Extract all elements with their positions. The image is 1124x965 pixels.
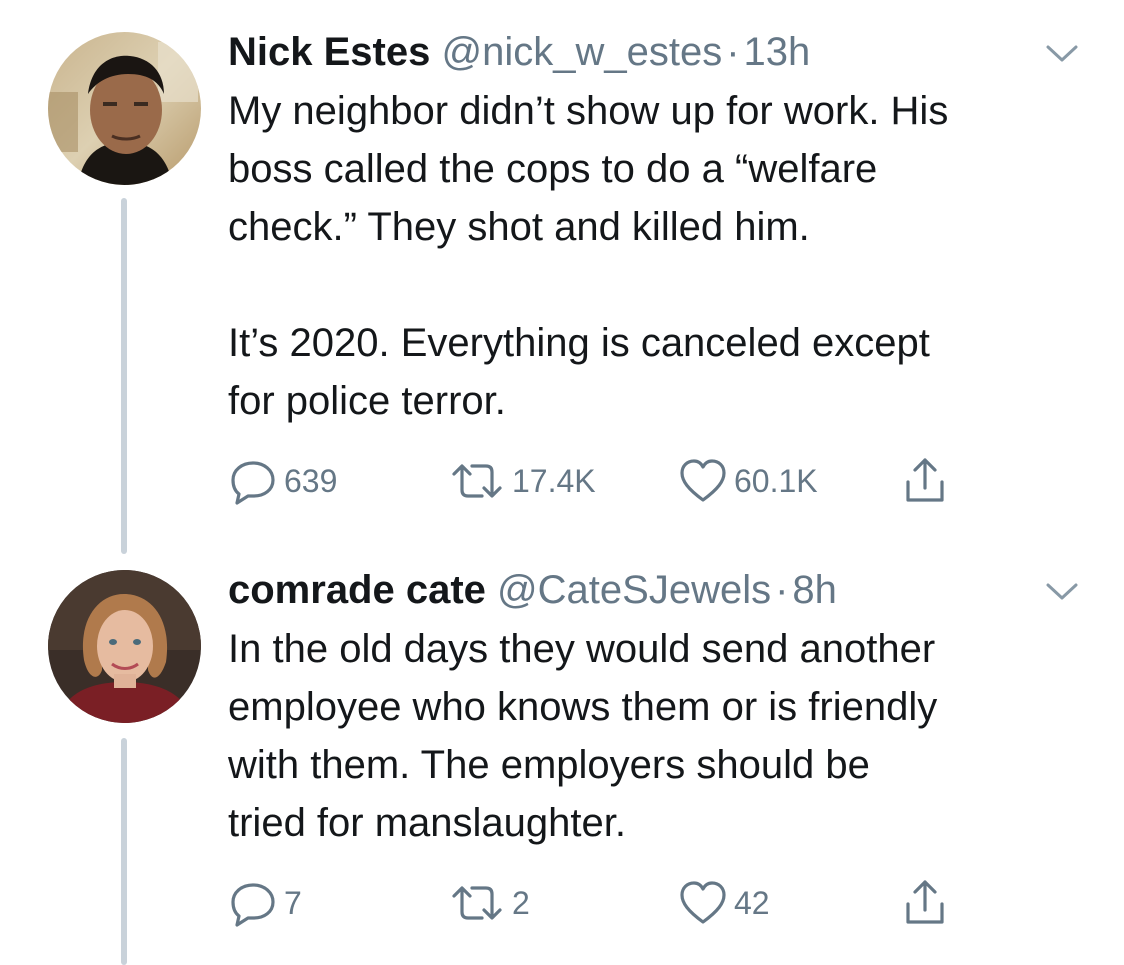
- share-button[interactable]: [900, 456, 950, 506]
- tweet-text: In the old days they would send another …: [228, 620, 1088, 852]
- reply-count: 639: [284, 462, 338, 499]
- avatar[interactable]: [48, 570, 201, 723]
- reply-icon: [231, 461, 275, 505]
- tweet-header: comrade cate @CateSJewels · 8h: [228, 566, 837, 614]
- timestamp[interactable]: 8h: [792, 568, 837, 612]
- reply-button[interactable]: 7: [228, 878, 302, 928]
- display-name[interactable]: comrade cate: [228, 568, 486, 612]
- heart-icon: [680, 881, 726, 924]
- retweet-button[interactable]: 2: [448, 878, 530, 928]
- tweet-actions: 639 17.4K 60.1K: [228, 456, 988, 506]
- tweet-text: My neighbor didn’t show up for work. His…: [228, 82, 1088, 430]
- tweet: Nick Estes @nick_w_estes · 13h My neighbor…: [0, 0, 1124, 560]
- separator-dot: ·: [726, 30, 740, 74]
- like-button[interactable]: 60.1K: [678, 456, 818, 506]
- share-icon: [906, 880, 944, 924]
- chevron-down-icon[interactable]: [1042, 42, 1082, 66]
- share-button[interactable]: [900, 878, 950, 928]
- thread-line: [121, 198, 127, 554]
- timestamp[interactable]: 13h: [744, 30, 811, 74]
- like-button[interactable]: 42: [678, 878, 770, 928]
- retweet-count: 2: [512, 884, 530, 921]
- reply-count: 7: [284, 884, 302, 921]
- avatar-photo: [48, 570, 201, 723]
- avatar-photo: [48, 32, 201, 185]
- tweet-paragraph: In the old days they would send another …: [228, 627, 938, 845]
- retweet-icon: [452, 464, 502, 498]
- chevron-down-icon[interactable]: [1042, 580, 1082, 604]
- heart-icon: [680, 459, 726, 502]
- separator-dot: ·: [775, 568, 789, 612]
- thread-line: [121, 738, 127, 965]
- share-icon: [906, 458, 944, 502]
- tweet-actions: 7 2 42: [228, 878, 988, 928]
- avatar[interactable]: [48, 32, 201, 185]
- reply-button[interactable]: 639: [228, 456, 337, 506]
- reply-icon: [231, 883, 275, 927]
- handle[interactable]: @nick_w_estes: [441, 30, 722, 74]
- tweet: comrade cate @CateSJewels · 8h In the old …: [0, 560, 1124, 965]
- tweet-header: Nick Estes @nick_w_estes · 13h: [228, 28, 810, 76]
- display-name[interactable]: Nick Estes: [228, 30, 430, 74]
- handle[interactable]: @CateSJewels: [497, 568, 771, 612]
- like-count: 60.1K: [734, 462, 818, 499]
- tweet-paragraph: It’s 2020. Everything is canceled except…: [228, 321, 930, 423]
- tweet-paragraph: My neighbor didn’t show up for work. His…: [228, 89, 949, 249]
- retweet-count: 17.4K: [512, 462, 596, 499]
- retweet-button[interactable]: 17.4K: [448, 456, 596, 506]
- retweet-icon: [452, 886, 502, 920]
- like-count: 42: [734, 884, 770, 921]
